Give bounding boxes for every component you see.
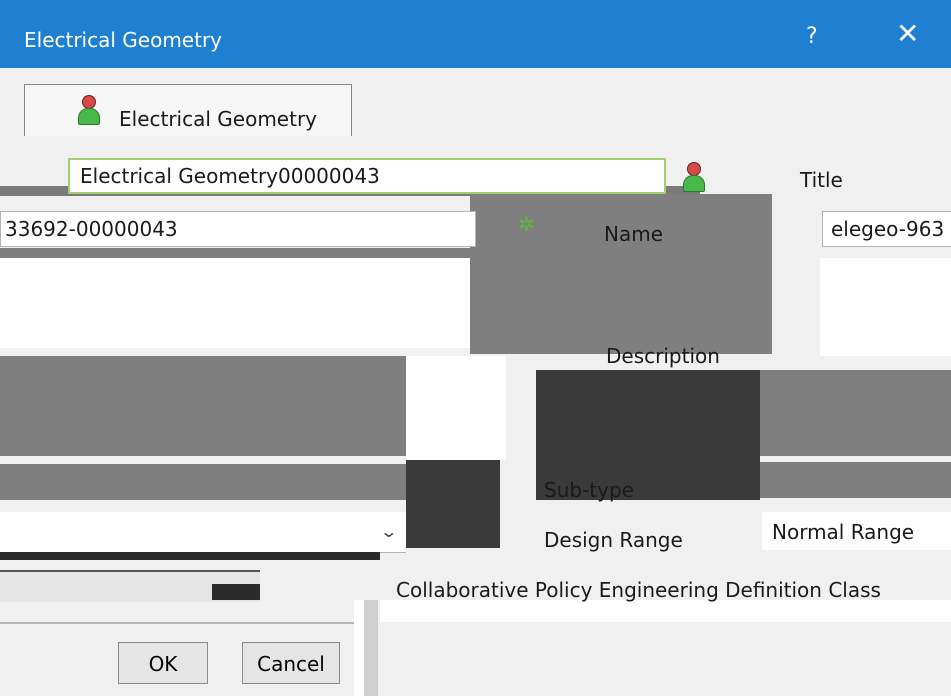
blank-area	[406, 356, 506, 460]
gray-panel	[0, 464, 406, 500]
divider	[0, 552, 380, 560]
divider	[0, 136, 951, 158]
gray-panel	[760, 370, 951, 456]
number-field[interactable]: 33692-00000043	[0, 211, 476, 247]
subtype-label: Sub-type	[544, 478, 634, 502]
blank-area	[0, 258, 470, 348]
chevron-down-icon[interactable]: ⌄	[379, 522, 398, 541]
description-label: Description	[606, 344, 720, 368]
subtype-dropdown-area[interactable]	[0, 512, 406, 553]
gray-panel	[0, 356, 406, 456]
design-range-field[interactable]: Normal Range	[762, 512, 951, 550]
name-field[interactable]: elegeo-963	[822, 211, 951, 247]
divider	[0, 248, 476, 258]
blank-area	[820, 258, 951, 356]
divider	[0, 622, 354, 624]
star-icon: ✲	[518, 212, 535, 236]
collaborative-policy-label-text: Collaborative Policy	[396, 578, 593, 602]
blank-area	[380, 600, 951, 622]
dialog-title: Electrical Geometry	[24, 28, 223, 52]
divider	[364, 600, 378, 696]
tab-label: Electrical Geometry	[119, 107, 318, 131]
gray-panel	[760, 462, 951, 498]
help-button[interactable]: ?	[806, 24, 818, 49]
collaborative-policy-value: Engineering Definition Class	[598, 578, 881, 602]
close-button[interactable]: ✕	[896, 20, 919, 48]
person-icon	[682, 162, 705, 192]
title-label: Title	[800, 168, 843, 192]
divider	[212, 584, 260, 600]
cancel-button[interactable]: Cancel	[242, 642, 340, 684]
name-label: Name	[604, 222, 664, 246]
tab-electrical-geometry[interactable]: Electrical Geometry	[24, 84, 352, 136]
dialog-titlebar: Electrical Geometry ? ✕	[0, 0, 951, 68]
ok-button[interactable]: OK	[118, 642, 208, 684]
person-icon	[77, 95, 100, 125]
collaborative-policy-label: Collaborative Policy Engineering Definit…	[396, 578, 881, 602]
divider	[354, 600, 364, 696]
dark-panel	[406, 460, 500, 548]
header-name-field[interactable]: Electrical Geometry00000043	[68, 158, 666, 194]
design-range-label: Design Range	[544, 528, 683, 552]
gray-panel	[470, 194, 772, 354]
